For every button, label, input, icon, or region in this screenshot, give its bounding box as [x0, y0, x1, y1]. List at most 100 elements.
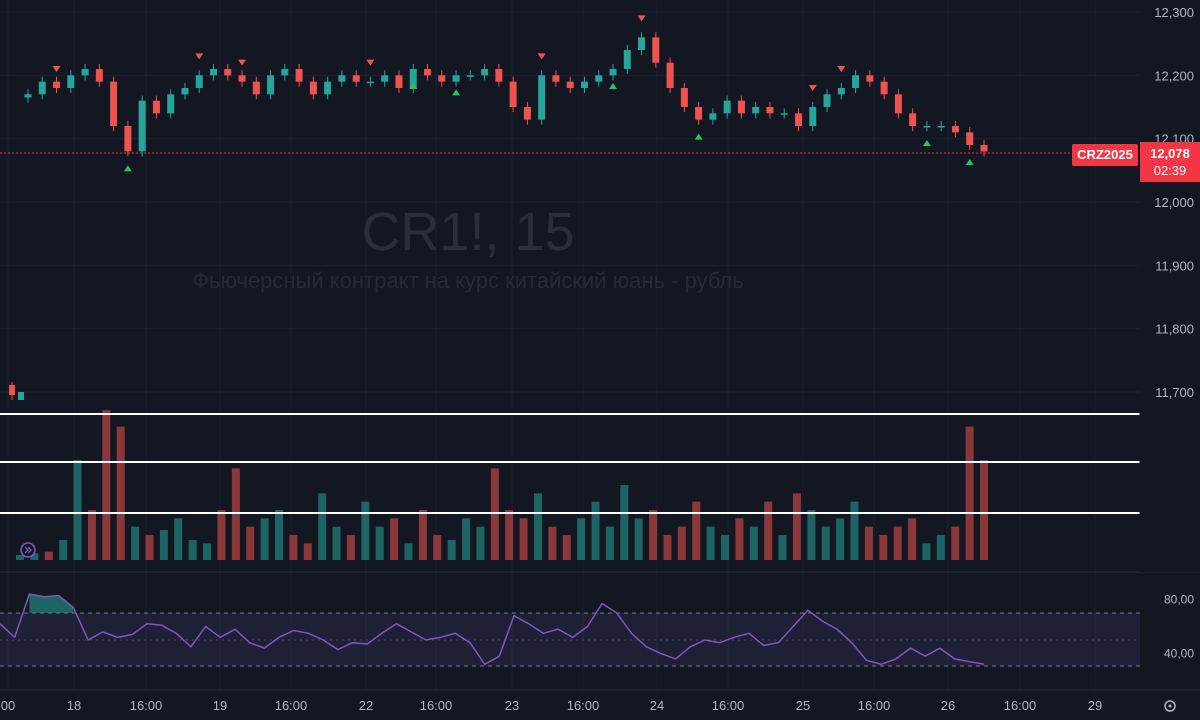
volume-bar	[936, 535, 945, 560]
candle-body	[937, 126, 945, 128]
candle-body	[181, 88, 189, 95]
volume-bar	[390, 518, 399, 560]
volume-bar	[692, 501, 701, 560]
candle-body	[381, 75, 389, 82]
volume-bar	[418, 510, 427, 560]
time-tick-label: 00	[1, 698, 15, 713]
candle-body	[923, 126, 931, 128]
time-tick-label: 18	[67, 698, 81, 713]
candle-body	[309, 81, 317, 95]
sell-signal-marker	[366, 59, 375, 66]
volume-bar	[864, 526, 873, 560]
volume-bar	[274, 510, 283, 560]
volume-bar	[836, 518, 845, 560]
candle-body	[352, 75, 360, 82]
watermark-subtitle: Фьючерсный контракт на курс китайский юа…	[192, 268, 743, 293]
time-tick-label: 26	[941, 698, 955, 713]
volume-bar	[231, 468, 240, 560]
price-axis[interactable]: 12,30012,20012,10012,00011,90011,80011,7…	[1140, 0, 1200, 572]
volume-bar	[577, 518, 586, 560]
candle-body	[267, 75, 275, 95]
price-chart[interactable]: CR1!, 15 Фьючерсный контракт на курс кит…	[0, 0, 1200, 720]
volume-bar	[677, 526, 686, 560]
svg-text:CRZ2025: CRZ2025	[1077, 147, 1133, 162]
volume-bar	[879, 535, 888, 560]
candle-body	[909, 113, 917, 126]
candle-body	[809, 107, 817, 126]
candle-body	[67, 75, 75, 88]
volume-bar	[605, 526, 614, 560]
svg-text:12,078: 12,078	[1150, 146, 1190, 161]
time-tick-label: 24	[650, 698, 664, 713]
price-tick-label: 11,700	[1155, 385, 1194, 400]
rsi-overbought-fill	[29, 594, 74, 613]
volume-bar	[490, 468, 499, 560]
candle-body	[580, 81, 588, 88]
time-tick-label: 23	[505, 698, 519, 713]
time-tick-label: 16:00	[130, 698, 163, 713]
candle-body	[338, 75, 346, 82]
candle-body	[167, 94, 175, 114]
volume-bar	[778, 535, 787, 560]
volume-bar	[749, 526, 758, 560]
candle-body	[766, 107, 774, 114]
volume-bar	[260, 518, 269, 560]
volume-bar	[792, 493, 801, 560]
candle-body	[95, 69, 103, 82]
sell-signal-marker	[537, 53, 546, 60]
price-tick-label: 12,200	[1154, 68, 1194, 83]
volume-bar	[188, 540, 197, 560]
symbol-tag: CRZ2025	[1072, 144, 1138, 166]
candle-body	[438, 75, 446, 82]
candle-body	[823, 94, 831, 107]
volume-bar	[217, 510, 226, 560]
candle-body	[481, 69, 489, 76]
time-tick-label: 16:00	[420, 698, 453, 713]
settings-icon[interactable]	[1164, 700, 1176, 712]
volume-bar	[807, 510, 816, 560]
candle-body	[152, 100, 160, 114]
candle-body	[395, 75, 403, 88]
volume-bar	[246, 526, 255, 560]
candle-body	[566, 81, 574, 88]
volume-bar	[620, 485, 629, 560]
volume-bar	[591, 501, 600, 560]
candle-body	[752, 107, 760, 114]
sell-signal-marker	[52, 66, 61, 72]
candle-body	[638, 37, 646, 50]
volume-bar	[87, 510, 96, 560]
candle-body	[695, 107, 703, 120]
replay-icon[interactable]	[20, 542, 36, 558]
volume-bar	[706, 526, 715, 560]
volume-bars	[16, 410, 988, 560]
candle-body	[252, 81, 260, 95]
volume-bar	[73, 460, 82, 560]
volume-bar	[361, 501, 370, 560]
time-axis[interactable]: 00 18 16:00 19 16:00 22 16:00 23 16:00 24 16:00 25 1…	[1, 698, 1102, 713]
volume-bar	[346, 535, 355, 560]
sell-signal-marker	[238, 59, 247, 66]
candle-body	[795, 113, 803, 126]
rsi-tick-label: 40,00	[1164, 647, 1194, 661]
volume-bar	[375, 526, 384, 560]
candle-body	[209, 69, 217, 76]
volume-bar	[908, 518, 917, 560]
sell-signal-marker	[195, 53, 204, 60]
candle-body	[53, 81, 61, 88]
volume-bar	[159, 530, 168, 560]
volume-bar	[203, 543, 212, 560]
volume-bar	[102, 410, 111, 560]
volume-bar	[289, 535, 298, 560]
candle-body	[509, 81, 517, 107]
price-tick-label: 12,300	[1154, 5, 1194, 20]
volume-bar	[332, 526, 341, 560]
volume-bar	[764, 501, 773, 560]
volume-bar	[303, 543, 312, 560]
candle-body	[538, 75, 546, 120]
candle-body	[623, 50, 631, 69]
time-tick-label: 19	[213, 698, 227, 713]
candle-body	[966, 132, 974, 145]
volume-bar	[318, 493, 327, 560]
volume-bar	[16, 555, 24, 560]
price-tick-label: 12,000	[1154, 195, 1194, 210]
